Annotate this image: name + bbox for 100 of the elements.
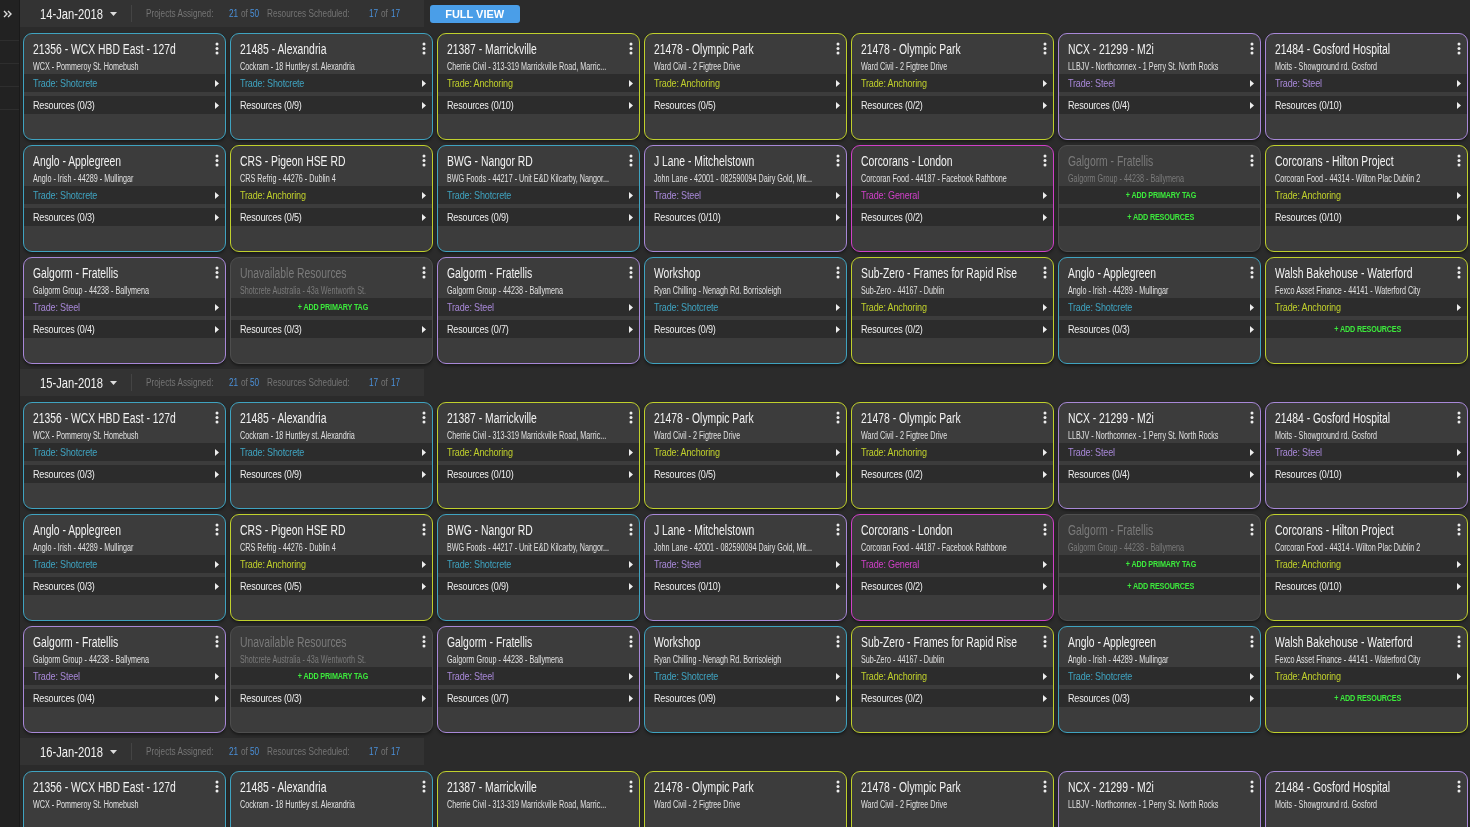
more-options-icon[interactable]	[629, 635, 633, 648]
trade-row[interactable]: Trade: General	[852, 555, 1053, 573]
trade-row[interactable]: Trade: Shotcrete	[1059, 298, 1260, 316]
more-options-icon[interactable]	[1457, 780, 1461, 793]
resources-row[interactable]: Resources (0/7)	[438, 689, 639, 707]
more-options-icon[interactable]	[215, 411, 219, 424]
project-card[interactable]: BWG - Nangor RD BWG Foods - 44217 - Unit E&D Kilcarby, Nangor... Trade: Shotcrete Resources (0/9)	[437, 145, 640, 252]
resources-row[interactable]: Resources (0/2)	[852, 465, 1053, 483]
caret-icon[interactable]	[109, 380, 117, 385]
trade-row[interactable]: Trade: Shotcrete	[1059, 667, 1260, 685]
project-card[interactable]: 21478 - Olympic Park Ward Civil - 2 Figtree Drive	[851, 771, 1054, 827]
trade-row[interactable]: Trade: Anchoring	[852, 74, 1053, 92]
more-options-icon[interactable]	[215, 154, 219, 167]
resources-row[interactable]: Resources (0/2)	[852, 689, 1053, 707]
trade-row[interactable]: Trade: Steel	[438, 298, 639, 316]
trade-row[interactable]: Trade: Shotcrete	[231, 74, 432, 92]
project-card[interactable]: J Lane - Mitchelstown John Lane - 42001 - 082590094 Dairy Gold, Mit... Trade: Steel Resources (0/10)	[644, 514, 847, 621]
trade-row[interactable]: Trade: Steel	[1059, 74, 1260, 92]
more-options-icon[interactable]	[836, 635, 840, 648]
trade-row[interactable]: Trade: Anchoring	[231, 555, 432, 573]
project-card[interactable]: Walsh Bakehouse - Waterford Fexco Asset Finance - 44141 - Waterford City Trade: Anchoring + ADD RESOURCES	[1265, 626, 1468, 733]
trade-row[interactable]: Trade: Steel	[1266, 74, 1467, 92]
more-options-icon[interactable]	[422, 523, 426, 536]
more-options-icon[interactable]	[215, 523, 219, 536]
more-options-icon[interactable]	[215, 266, 219, 279]
more-options-icon[interactable]	[1043, 635, 1047, 648]
resources-row[interactable]: Resources (0/10)	[1266, 96, 1467, 114]
more-options-icon[interactable]	[1250, 266, 1254, 279]
resources-row[interactable]: Resources (0/10)	[645, 208, 846, 226]
resources-row[interactable]: Resources (0/3)	[1059, 320, 1260, 338]
more-options-icon[interactable]	[422, 154, 426, 167]
resources-row[interactable]: Resources (0/9)	[645, 689, 846, 707]
project-card[interactable]: Galgorm - Fratellis Galgorm Group - 44238 - Ballymena Trade: Steel Resources (0/7)	[437, 626, 640, 733]
project-card[interactable]: 21387 - Marrickville Cherrie Civil - 313-319 Marrickville Road, Marric... Trade: Anchoring Resources (0/10)	[437, 33, 640, 140]
trade-row[interactable]: Trade: Steel	[1266, 443, 1467, 461]
project-card[interactable]: CRS - Pigeon HSE RD CRS Refrig - 44276 - Dublin 4 Trade: Anchoring Resources (0/5)	[230, 514, 433, 621]
trade-row[interactable]: Trade: Shotcrete	[438, 186, 639, 204]
more-options-icon[interactable]	[836, 266, 840, 279]
more-options-icon[interactable]	[629, 154, 633, 167]
project-card[interactable]: J Lane - Mitchelstown John Lane - 42001 - 082590094 Dairy Gold, Mit... Trade: Steel Resources (0/10)	[644, 145, 847, 252]
project-card[interactable]: 21478 - Olympic Park Ward Civil - 2 Figtree Drive Trade: Anchoring Resources (0/5)	[644, 33, 847, 140]
project-card[interactable]: 21485 - Alexandria Cockram - 18 Huntley st. Alexandria Trade: Shotcrete Resources (0/9)	[230, 402, 433, 509]
caret-icon[interactable]	[109, 749, 117, 754]
project-card[interactable]: Corcorans - London Corcoran Food - 44187 - Facebook Rathbone Trade: General Resources (0/2)	[851, 145, 1054, 252]
resources-row[interactable]: Resources (0/10)	[438, 96, 639, 114]
trade-row[interactable]: Trade: Anchoring	[438, 74, 639, 92]
more-options-icon[interactable]	[1043, 780, 1047, 793]
trade-row[interactable]: Trade: Shotcrete	[24, 186, 225, 204]
trade-row[interactable]: Trade: Anchoring	[852, 298, 1053, 316]
project-card[interactable]: Workshop Ryan Chilling - Nenagh Rd. Borrisoleigh Trade: Shotcrete Resources (0/9)	[644, 257, 847, 364]
resources-row[interactable]: Resources (0/9)	[645, 320, 846, 338]
resources-row[interactable]: Resources (0/10)	[645, 577, 846, 595]
project-card[interactable]: BWG - Nangor RD BWG Foods - 44217 - Unit E&D Kilcarby, Nangor... Trade: Shotcrete Resources (0/9)	[437, 514, 640, 621]
resources-row[interactable]: Resources (0/5)	[231, 577, 432, 595]
more-options-icon[interactable]	[1457, 523, 1461, 536]
more-options-icon[interactable]	[1043, 154, 1047, 167]
project-card[interactable]: NCX - 21299 - M2i LLBJV - Northconnex - 1 Perry St. North Rocks Trade: Steel Resources (0/4)	[1058, 402, 1261, 509]
trade-row[interactable]: Trade: Steel	[24, 298, 225, 316]
more-options-icon[interactable]	[1457, 266, 1461, 279]
resources-row[interactable]: Resources (0/4)	[24, 320, 225, 338]
resources-row[interactable]: Resources (0/3)	[24, 577, 225, 595]
add-link[interactable]: + ADD RESOURCES	[1334, 324, 1402, 334]
resources-row[interactable]: Resources (0/3)	[24, 465, 225, 483]
project-card[interactable]: NCX - 21299 - M2i LLBJV - Northconnex - 1 Perry St. North Rocks	[1058, 771, 1261, 827]
resources-row[interactable]: Resources (0/5)	[645, 465, 846, 483]
project-card[interactable]: Galgorm - Fratellis Galgorm Group - 44238 - Ballymena Trade: Steel Resources (0/4)	[23, 626, 226, 733]
expand-icon[interactable]	[3, 10, 13, 18]
more-options-icon[interactable]	[1043, 411, 1047, 424]
project-card[interactable]: 21478 - Olympic Park Ward Civil - 2 Figtree Drive Trade: Anchoring Resources (0/2)	[851, 402, 1054, 509]
resources-row[interactable]: Resources (0/5)	[231, 208, 432, 226]
more-options-icon[interactable]	[629, 780, 633, 793]
resources-row[interactable]: Resources (0/2)	[852, 208, 1053, 226]
trade-row[interactable]: Trade: Steel	[24, 667, 225, 685]
more-options-icon[interactable]	[1250, 780, 1254, 793]
project-card[interactable]: 21478 - Olympic Park Ward Civil - 2 Figtree Drive Trade: Anchoring Resources (0/2)	[851, 33, 1054, 140]
project-card[interactable]: Anglo - Applegreen Anglo - Irish - 44289 - Mullingar Trade: Shotcrete Resources (0/3)	[23, 145, 226, 252]
date-selector[interactable]: 15-Jan-2018	[40, 374, 103, 391]
resources-row[interactable]: Resources (0/9)	[231, 465, 432, 483]
project-card[interactable]: 21478 - Olympic Park Ward Civil - 2 Figtree Drive Trade: Anchoring Resources (0/5)	[644, 402, 847, 509]
caret-icon[interactable]	[109, 11, 117, 16]
project-card[interactable]: Galgorm - Fratellis Galgorm Group - 44238 - Ballymena Trade: Steel Resources (0/4)	[23, 257, 226, 364]
trade-row[interactable]: Trade: Anchoring	[645, 443, 846, 461]
project-card[interactable]: 21485 - Alexandria Cockram - 18 Huntley st. Alexandria Trade: Shotcrete Resources (0/9)	[230, 33, 433, 140]
trade-row[interactable]: Trade: Anchoring	[852, 443, 1053, 461]
project-card[interactable]: 21484 - Gosford Hospital Moits - Showground rd. Gosford	[1265, 771, 1468, 827]
resources-row[interactable]: Resources (0/2)	[852, 96, 1053, 114]
project-card[interactable]: 21356 - WCX HBD East - 127d WCX - Pommeroy St. Homebush	[23, 771, 226, 827]
more-options-icon[interactable]	[629, 411, 633, 424]
resources-row[interactable]: Resources (0/2)	[852, 577, 1053, 595]
more-options-icon[interactable]	[629, 523, 633, 536]
more-options-icon[interactable]	[1043, 266, 1047, 279]
project-card[interactable]: 21387 - Marrickville Cherrie Civil - 313-319 Marrickville Road, Marric... Trade: Anchoring Resources (0/10)	[437, 402, 640, 509]
more-options-icon[interactable]	[1250, 635, 1254, 648]
resources-row[interactable]: Resources (0/5)	[645, 96, 846, 114]
trade-row[interactable]: Trade: Shotcrete	[24, 443, 225, 461]
trade-row[interactable]: Trade: Shotcrete	[645, 298, 846, 316]
project-card[interactable]: Anglo - Applegreen Anglo - Irish - 44289 - Mullingar Trade: Shotcrete Resources (0/3)	[1058, 626, 1261, 733]
trade-row[interactable]: Trade: General	[852, 186, 1053, 204]
more-options-icon[interactable]	[422, 42, 426, 55]
project-card[interactable]: CRS - Pigeon HSE RD CRS Refrig - 44276 - Dublin 4 Trade: Anchoring Resources (0/5)	[230, 145, 433, 252]
